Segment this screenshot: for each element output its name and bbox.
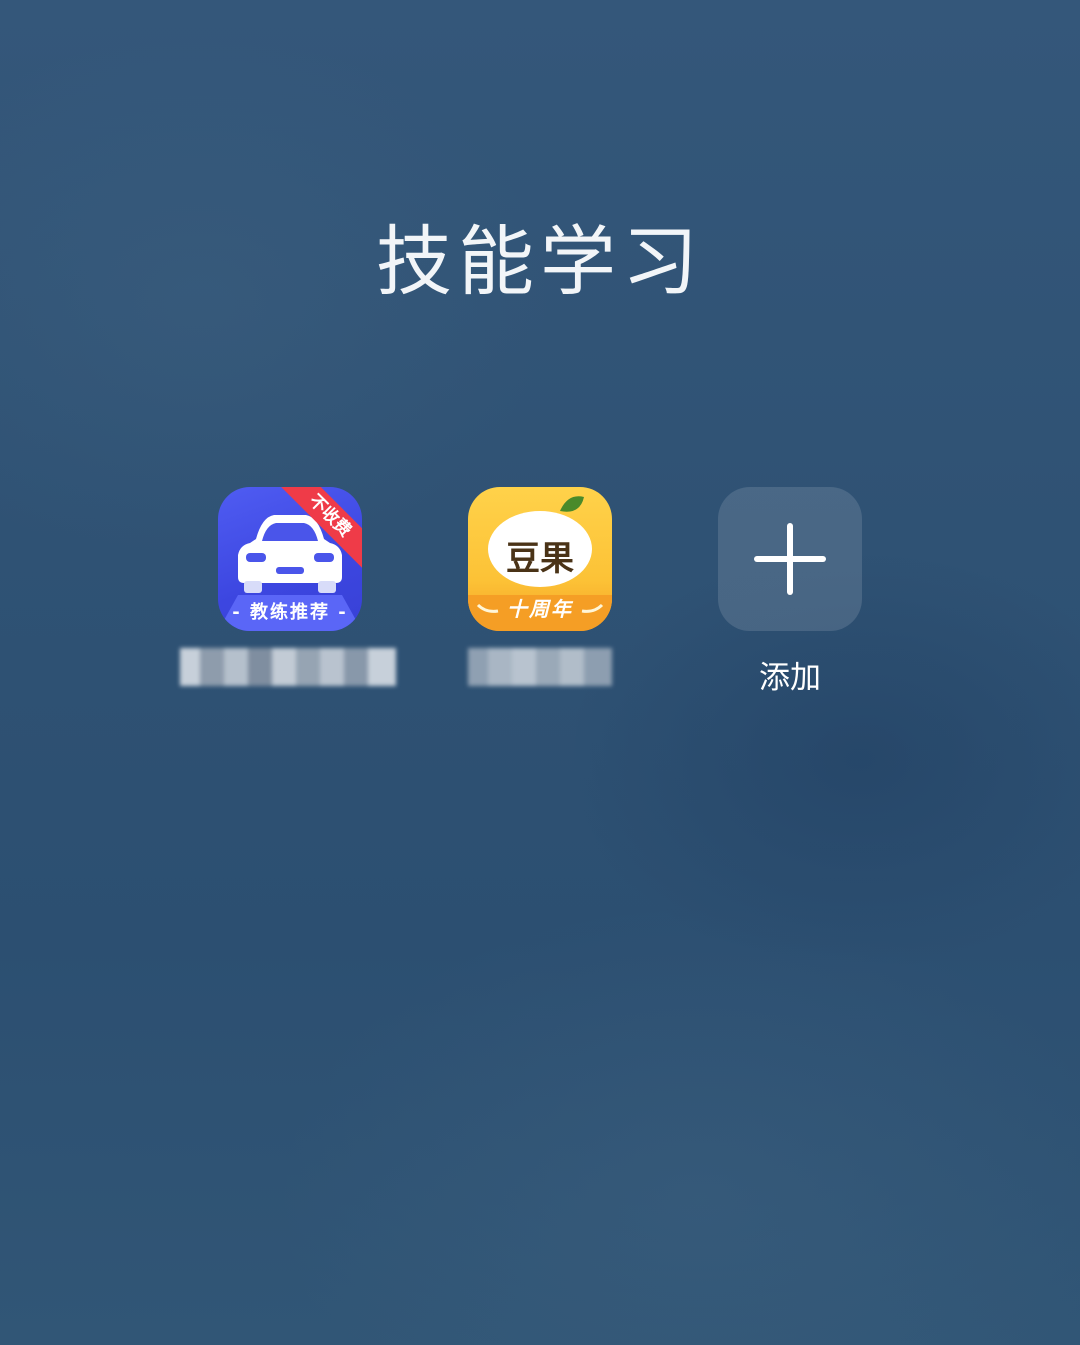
plus-icon-vertical bbox=[787, 523, 793, 595]
app-label-redacted bbox=[468, 648, 612, 686]
add-label: 添加 bbox=[759, 660, 821, 696]
tenth-anniversary-banner: 十周年 bbox=[507, 597, 573, 621]
douguo-icon[interactable]: 豆果 十周年 bbox=[468, 487, 612, 631]
app-driving-school[interactable]: 不收费 - 教练推荐 - bbox=[218, 487, 362, 631]
plus-icon[interactable] bbox=[718, 487, 862, 631]
coach-recommend-banner: - 教练推荐 - bbox=[232, 602, 348, 623]
app-douguo[interactable]: 豆果 十周年 bbox=[468, 487, 612, 631]
douguo-logo-text: 豆果 bbox=[506, 539, 574, 579]
folder-title[interactable]: 技能学习 bbox=[0, 200, 1080, 310]
add-app-button[interactable]: 添加 bbox=[718, 487, 862, 696]
app-label-redacted bbox=[180, 648, 396, 686]
car-icon[interactable]: 不收费 - 教练推荐 - bbox=[218, 487, 362, 631]
